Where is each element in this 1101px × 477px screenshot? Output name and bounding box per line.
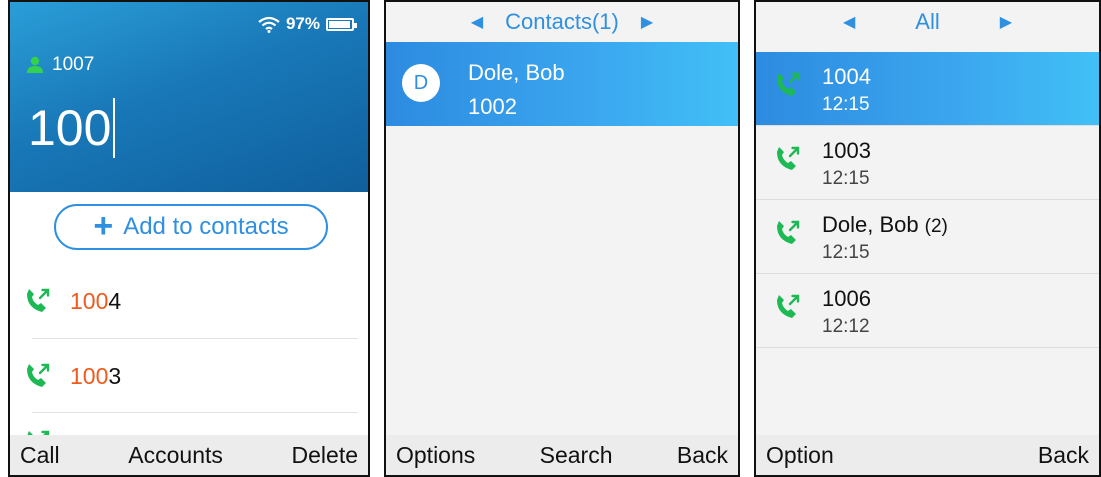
add-to-contacts-label: Add to contacts xyxy=(123,213,289,240)
history-title: All xyxy=(915,9,940,34)
outgoing-call-icon xyxy=(27,288,50,312)
contacts-title: Contacts(1) xyxy=(505,9,619,34)
history-name: 1003 xyxy=(822,138,871,163)
contacts-header: ◀ Contacts(1) ▶ xyxy=(386,2,738,42)
history-time: 12:15 xyxy=(822,242,870,263)
triangle-right-icon[interactable]: ▶ xyxy=(641,12,653,32)
softkey-bar: Options Search Back xyxy=(386,435,738,475)
call-result-row[interactable]: 1003 xyxy=(24,340,358,412)
call-result-number: 1003 xyxy=(70,362,122,389)
dial-input[interactable]: 100 xyxy=(28,98,116,158)
row-divider xyxy=(32,338,358,339)
triangle-left-icon[interactable]: ◀ xyxy=(471,12,483,32)
row-divider xyxy=(756,347,1099,348)
outgoing-call-icon xyxy=(777,146,800,170)
outgoing-call-icon xyxy=(777,294,800,318)
wifi-icon xyxy=(258,16,280,33)
contacts-screen: ◀ Contacts(1) ▶ D Dole, Bob 1002 Options… xyxy=(384,0,740,477)
call-result-number: 1004 xyxy=(70,287,122,314)
history-header: ◀ All ▶ xyxy=(756,2,1099,42)
battery-fill xyxy=(329,20,350,28)
text-caret xyxy=(113,98,116,158)
softkey-bar: Option Back xyxy=(756,435,1099,475)
softkey-option[interactable]: Option xyxy=(766,442,834,469)
softkey-delete[interactable]: Delete xyxy=(292,442,358,469)
history-list-item[interactable]: Dole, Bob (2) 12:15 xyxy=(756,200,1099,273)
triangle-left-icon[interactable]: ◀ xyxy=(843,12,855,32)
outgoing-call-icon xyxy=(777,220,800,244)
softkey-call[interactable]: Call xyxy=(20,442,60,469)
history-name: 1006 xyxy=(822,286,871,311)
history-name: Dole, Bob (2) xyxy=(822,212,948,237)
battery-icon xyxy=(326,17,357,31)
contact-number: 1002 xyxy=(468,94,517,119)
softkey-bar: Call Accounts Delete xyxy=(10,435,368,475)
row-divider xyxy=(32,412,358,413)
dial-header: 97% 1007 100 xyxy=(10,2,368,192)
call-history-screen: ◀ All ▶ 1004 12:15 1003 12:15 Dole, Bob(… xyxy=(754,0,1101,477)
softkey-search[interactable]: Search xyxy=(540,442,613,469)
history-name: 1004 xyxy=(822,64,871,89)
contact-list-item[interactable]: D Dole, Bob 1002 xyxy=(386,42,738,126)
history-call-count: (2) xyxy=(924,216,948,237)
contact-name: Dole, Bob xyxy=(468,60,565,85)
softkey-back[interactable]: Back xyxy=(677,442,728,469)
softkey-accounts[interactable]: Accounts xyxy=(128,442,223,469)
history-list-item[interactable]: 1004 12:15 xyxy=(756,52,1099,125)
call-result-row[interactable]: 1004 xyxy=(24,265,358,337)
history-time: 12:15 xyxy=(822,168,870,189)
softkey-back[interactable]: Back xyxy=(1038,442,1089,469)
outgoing-call-icon xyxy=(27,363,50,387)
add-to-contacts-button[interactable]: + Add to contacts xyxy=(54,204,328,250)
status-bar: 97% xyxy=(258,14,357,34)
history-time: 12:15 xyxy=(822,94,870,115)
account-indicator[interactable]: 1007 xyxy=(26,54,94,76)
history-list-item[interactable]: 1006 12:12 xyxy=(756,274,1099,347)
softkey-options[interactable]: Options xyxy=(396,442,475,469)
battery-percent: 97% xyxy=(285,14,320,33)
outgoing-call-icon xyxy=(777,72,800,96)
history-list-item[interactable]: 1003 12:15 xyxy=(756,126,1099,199)
plus-icon: + xyxy=(93,206,114,245)
account-number: 1007 xyxy=(52,54,95,75)
dial-input-text: 100 xyxy=(28,100,112,156)
history-time: 12:12 xyxy=(822,316,870,337)
avatar: D xyxy=(402,64,440,102)
triangle-right-icon[interactable]: ▶ xyxy=(1000,12,1012,32)
person-icon xyxy=(27,56,43,73)
dialer-screen: 97% 1007 100 + Add to contacts 1004 1003… xyxy=(8,0,370,477)
